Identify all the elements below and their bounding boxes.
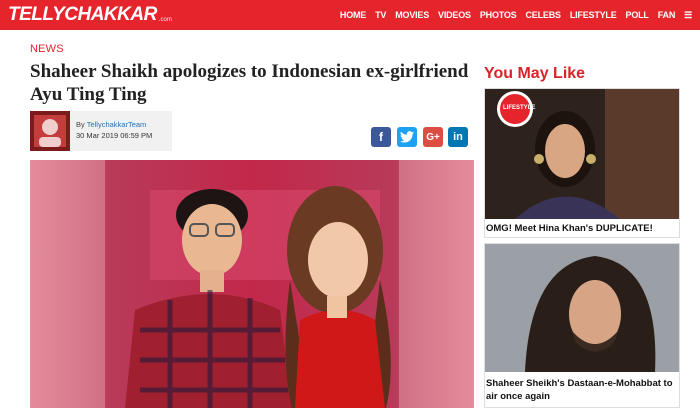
recommended-caption[interactable]: OMG! Meet Hina Khan's DUPLICATE!: [486, 222, 653, 235]
article-title: Shaheer Shaikh apologizes to Indonesian …: [30, 61, 469, 105]
main-nav: HOME TV MOVIES VIDEOS PHOTOS CELEBS LIFE…: [340, 0, 692, 30]
twitter-share-icon[interactable]: t: [397, 127, 417, 147]
you-may-like-heading: You May Like: [484, 65, 586, 82]
facebook-glyph: f: [379, 130, 383, 144]
recommended-thumbnail[interactable]: [485, 244, 679, 372]
recommended-card[interactable]: LIFESTYLE OMG! Meet Hina Khan's DUPLICAT…: [484, 88, 680, 238]
nav-tv[interactable]: TV: [375, 10, 386, 20]
recommended-thumbnail[interactable]: LIFESTYLE: [485, 89, 679, 219]
nav-poll[interactable]: POLL: [626, 10, 649, 20]
logo-suffix: .com: [158, 17, 172, 23]
lifestyle-badge: LIFESTYLE: [503, 105, 536, 111]
linkedin-share-icon[interactable]: in: [448, 127, 468, 147]
article-hero-image: [30, 160, 474, 408]
linkedin-glyph: in: [453, 131, 463, 143]
nav-celebs[interactable]: CELEBS: [526, 10, 562, 20]
section-label[interactable]: NEWS: [30, 43, 64, 55]
googleplus-share-icon[interactable]: G+: [423, 127, 443, 147]
facebook-share-icon[interactable]: f: [371, 127, 391, 147]
publish-date: 30 Mar 2019 06:59 PM: [76, 131, 153, 140]
nav-movies[interactable]: MOVIES: [395, 10, 429, 20]
twitter-bird-icon: [400, 131, 414, 143]
author-avatar: [30, 111, 70, 151]
recommended-card[interactable]: Shaheer Sheikh's Dastaan-e-Mohabbat to a…: [484, 243, 680, 408]
recommended-caption[interactable]: Shaheer Sheikh's Dastaan-e-Mohabbat to a…: [486, 377, 678, 403]
logo-text: TELLYCHAKKAR: [8, 4, 157, 25]
site-logo[interactable]: TELLYCHAKKAR .com: [8, 4, 172, 26]
author-box: By TellychakkarTeam 30 Mar 2019 06:59 PM: [30, 111, 172, 151]
nav-home[interactable]: HOME: [340, 10, 366, 20]
by-prefix: By: [76, 120, 87, 129]
googleplus-glyph: G+: [426, 131, 440, 143]
author-name[interactable]: TellychakkarTeam: [87, 120, 147, 129]
menu-icon[interactable]: ☰: [684, 10, 692, 21]
nav-videos[interactable]: VIDEOS: [438, 10, 471, 20]
byline: By TellychakkarTeam: [76, 120, 146, 129]
nav-fan[interactable]: FAN: [658, 10, 676, 20]
nav-photos[interactable]: PHOTOS: [480, 10, 517, 20]
site-header: TELLYCHAKKAR .com HOME TV MOVIES VIDEOS …: [0, 0, 700, 30]
nav-lifestyle[interactable]: LIFESTYLE: [570, 10, 617, 20]
